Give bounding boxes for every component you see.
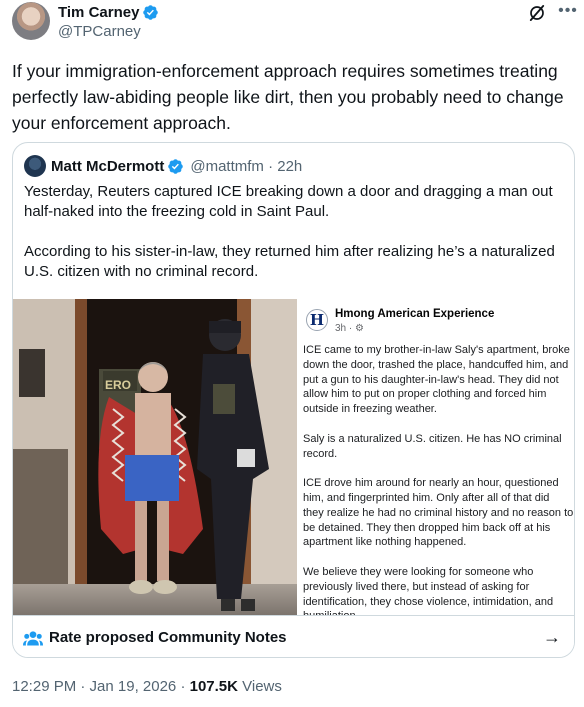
quoted-paragraph: Yesterday, Reuters captured ICE breaking… bbox=[24, 183, 553, 220]
quoted-header: Matt McDermott @mattmfm · 22h bbox=[24, 155, 302, 177]
hmong-american-experience-logo: H bbox=[306, 309, 328, 331]
fb-post-meta: 3h · ⚙ bbox=[335, 323, 364, 334]
quoted-paragraph: According to his sister-in-law, they ret… bbox=[24, 243, 555, 280]
community-notes-label[interactable]: Rate proposed Community Notes bbox=[49, 629, 287, 646]
fb-paragraph: Saly is a naturalized U.S. citizen. He h… bbox=[303, 432, 562, 460]
author-handle[interactable]: @TPCarney bbox=[58, 23, 141, 40]
tweet-footer: 12:29 PM · Jan 19, 2026 · 107.5K Views bbox=[12, 678, 282, 695]
verified-badge-icon bbox=[168, 158, 184, 174]
quoted-author-avatar bbox=[24, 155, 46, 177]
quoted-author-name: Matt McDermott bbox=[51, 157, 165, 175]
facebook-post-screenshot: H Hmong American Experience 3h · ⚙ ICE c… bbox=[297, 299, 574, 615]
community-notes-icon bbox=[23, 631, 43, 646]
fb-paragraph: ICE drove him around for nearly an hour,… bbox=[303, 477, 574, 549]
more-options-icon[interactable]: ••• bbox=[556, 0, 580, 24]
quoted-tweet[interactable]: Matt McDermott @mattmfm · 22h Yesterday,… bbox=[12, 142, 575, 658]
views-count[interactable]: 107.5K bbox=[190, 678, 238, 695]
quoted-media[interactable]: ERO H Hmong American Experience 3h · ⚙ I… bbox=[13, 299, 574, 615]
tweet-timestamp[interactable]: 12:29 PM · Jan 19, 2026 · bbox=[12, 678, 190, 695]
verified-badge-icon bbox=[143, 4, 159, 20]
tweet-text: If your immigration-enforcement approach… bbox=[12, 61, 564, 133]
community-notes-bar[interactable]: Rate proposed Community Notes → bbox=[13, 615, 574, 657]
views-label: Views bbox=[237, 678, 282, 695]
arrest-photo-illustration: ERO bbox=[13, 299, 297, 615]
quoted-author-handle: @mattmfm · 22h bbox=[190, 157, 303, 175]
grok-icon[interactable] bbox=[527, 3, 547, 23]
author-avatar[interactable] bbox=[12, 2, 50, 40]
arrest-photo[interactable]: ERO bbox=[13, 299, 297, 615]
arrow-right-icon[interactable]: → bbox=[543, 627, 561, 648]
fb-paragraph: ICE came to my brother-in-law Saly's apa… bbox=[303, 344, 570, 416]
fb-paragraph: We believe they were looking for someone… bbox=[303, 565, 554, 615]
author-name-row: Tim Carney bbox=[58, 3, 159, 21]
author-name[interactable]: Tim Carney bbox=[58, 4, 139, 21]
tweet-header: Tim Carney @TPCarney ••• bbox=[0, 0, 584, 50]
quoted-text: Yesterday, Reuters captured ICE breaking… bbox=[24, 182, 569, 302]
fb-post-body: ICE came to my brother-in-law Saly's apa… bbox=[303, 343, 574, 615]
vest-text: ERO bbox=[105, 378, 131, 392]
fb-page-name: Hmong American Experience bbox=[335, 308, 495, 320]
